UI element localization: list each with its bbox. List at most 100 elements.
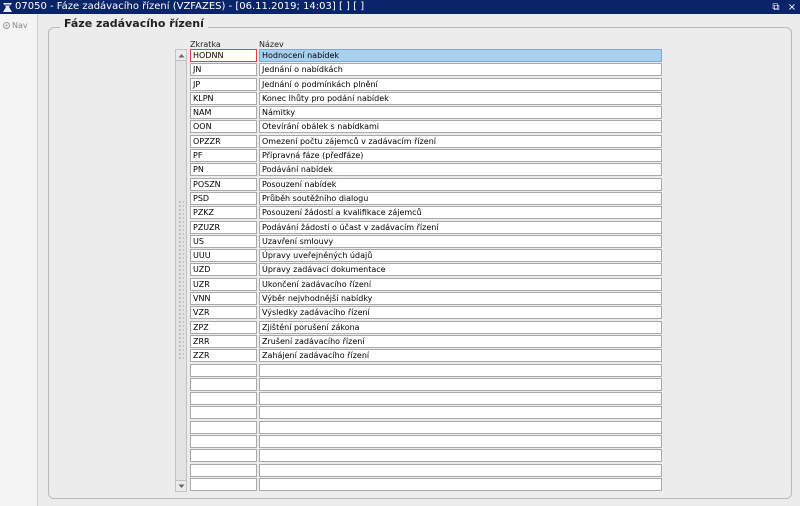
- code-cell[interactable]: JP: [190, 77, 257, 91]
- code-cell[interactable]: UUU: [190, 249, 257, 263]
- table-row[interactable]: [190, 449, 662, 463]
- vertical-scrollbar[interactable]: [175, 49, 187, 492]
- code-cell[interactable]: ZRR: [190, 334, 257, 348]
- table-row[interactable]: [190, 392, 662, 406]
- code-cell[interactable]: [190, 449, 257, 463]
- table-row[interactable]: UZD Úpravy zadávací dokumentace: [190, 263, 662, 277]
- table-row[interactable]: [190, 435, 662, 449]
- table-row[interactable]: [190, 463, 662, 478]
- table-row[interactable]: JP Jednání o podmínkách plnění: [190, 77, 662, 92]
- name-cell[interactable]: Zjištění porušení zákona: [259, 320, 662, 334]
- code-cell[interactable]: POSZN: [190, 177, 257, 191]
- table-row[interactable]: KLPN Konec lhůty pro podání nabídek: [190, 91, 662, 106]
- close-icon[interactable]: ×: [787, 1, 797, 13]
- table-row[interactable]: [190, 477, 662, 492]
- name-cell[interactable]: Výběr nejvhodnější nabídky: [259, 292, 662, 306]
- table-row[interactable]: VNN Výběr nejvhodnější nabídky: [190, 292, 662, 306]
- table-row[interactable]: HODNN Hodnocení nabídek: [190, 49, 662, 63]
- code-cell[interactable]: KLPN: [190, 91, 257, 105]
- name-cell[interactable]: Námitky: [259, 106, 662, 120]
- table-row[interactable]: POSZN Posouzení nabídek: [190, 177, 662, 192]
- column-header-name[interactable]: Název: [259, 40, 284, 49]
- code-cell[interactable]: [190, 420, 257, 434]
- table-row[interactable]: ZRR Zrušení zadávacího řízení: [190, 334, 662, 349]
- column-header-code[interactable]: Zkratka: [190, 40, 221, 49]
- scroll-down-button[interactable]: [176, 480, 186, 491]
- name-cell[interactable]: Úpravy zadávací dokumentace: [259, 263, 662, 277]
- name-cell[interactable]: Průběh soutěžního dialogu: [259, 191, 662, 205]
- name-cell[interactable]: Uzavření smlouvy: [259, 234, 662, 248]
- table-row[interactable]: UUU Úpravy uveřejněných údajů: [190, 249, 662, 263]
- code-cell[interactable]: VZR: [190, 306, 257, 320]
- code-cell[interactable]: ZZR: [190, 349, 257, 363]
- table-row[interactable]: UZR Ukončení zadávacího řízení: [190, 277, 662, 292]
- code-cell[interactable]: [190, 406, 257, 420]
- name-cell[interactable]: Posouzení nabídek: [259, 177, 662, 191]
- code-cell[interactable]: PZUZR: [190, 220, 257, 234]
- name-cell[interactable]: [259, 449, 662, 463]
- code-cell[interactable]: [190, 477, 257, 491]
- name-cell[interactable]: Omezení počtu zájemců v zadávacím řízení: [259, 134, 662, 148]
- table-row[interactable]: PZUZR Podávání žádostí o účast v zadávací…: [190, 220, 662, 235]
- table-row[interactable]: ZZR Zahájení zadávacího řízení: [190, 349, 662, 363]
- code-cell[interactable]: [190, 363, 257, 377]
- table-row[interactable]: [190, 377, 662, 392]
- table-row[interactable]: OON Otevírání obálek s nabídkami: [190, 120, 662, 134]
- code-cell[interactable]: [190, 377, 257, 391]
- table-row[interactable]: OPZZR Omezení počtu zájemců v zadávacím ř…: [190, 134, 662, 149]
- restore-icon[interactable]: ⧉: [771, 1, 781, 13]
- table-row[interactable]: US Uzavření smlouvy: [190, 234, 662, 249]
- nav-button[interactable]: Nav: [3, 21, 28, 30]
- name-cell[interactable]: Zrušení zadávacího řízení: [259, 334, 662, 348]
- table-row[interactable]: PF Přípravná fáze (předfáze): [190, 149, 662, 163]
- code-cell[interactable]: PZKZ: [190, 206, 257, 220]
- code-cell[interactable]: OON: [190, 120, 257, 134]
- table-row[interactable]: ZPZ Zjištění porušení zákona: [190, 320, 662, 335]
- name-cell[interactable]: Podávání nabídek: [259, 163, 662, 177]
- scroll-up-button[interactable]: [176, 50, 186, 61]
- code-cell[interactable]: HODNN: [190, 49, 257, 62]
- name-cell[interactable]: Jednání o podmínkách plnění: [259, 77, 662, 91]
- table-row[interactable]: NAM Námitky: [190, 106, 662, 120]
- table-row[interactable]: PN Podávání nabídek: [190, 163, 662, 177]
- name-cell[interactable]: Ukončení zadávacího řízení: [259, 277, 662, 291]
- code-cell[interactable]: JN: [190, 63, 257, 77]
- code-cell[interactable]: ZPZ: [190, 320, 257, 334]
- table-row[interactable]: VZR Výsledky zadávacího řízení: [190, 306, 662, 320]
- name-cell[interactable]: [259, 477, 662, 491]
- name-cell[interactable]: Úpravy uveřejněných údajů: [259, 249, 662, 263]
- name-cell[interactable]: [259, 420, 662, 434]
- name-cell[interactable]: Konec lhůty pro podání nabídek: [259, 91, 662, 105]
- code-cell[interactable]: [190, 392, 257, 406]
- name-cell[interactable]: Podávání žádostí o účast v zadávacím říz…: [259, 220, 662, 234]
- code-cell[interactable]: VNN: [190, 292, 257, 306]
- code-cell[interactable]: PN: [190, 163, 257, 177]
- code-cell[interactable]: PF: [190, 149, 257, 163]
- code-cell[interactable]: UZD: [190, 263, 257, 277]
- name-cell[interactable]: Posouzení žádostí a kvalifikace zájemců: [259, 206, 662, 220]
- code-cell[interactable]: US: [190, 234, 257, 248]
- name-cell[interactable]: [259, 363, 662, 377]
- scroll-track[interactable]: [178, 200, 184, 360]
- code-cell[interactable]: [190, 463, 257, 477]
- table-row[interactable]: [190, 406, 662, 420]
- table-row[interactable]: PSD Průběh soutěžního dialogu: [190, 191, 662, 206]
- name-cell[interactable]: Otevírání obálek s nabídkami: [259, 120, 662, 134]
- name-cell[interactable]: Zahájení zadávacího řízení: [259, 349, 662, 363]
- table-row[interactable]: [190, 420, 662, 435]
- table-row[interactable]: JN Jednání o nabídkách: [190, 63, 662, 77]
- name-cell[interactable]: [259, 406, 662, 420]
- code-cell[interactable]: UZR: [190, 277, 257, 291]
- table-row[interactable]: [190, 363, 662, 378]
- name-cell[interactable]: Jednání o nabídkách: [259, 63, 662, 77]
- code-cell[interactable]: PSD: [190, 191, 257, 205]
- code-cell[interactable]: NAM: [190, 106, 257, 120]
- name-cell[interactable]: [259, 463, 662, 477]
- name-cell[interactable]: Přípravná fáze (předfáze): [259, 149, 662, 163]
- name-cell[interactable]: [259, 377, 662, 391]
- name-cell[interactable]: [259, 435, 662, 449]
- code-cell[interactable]: [190, 435, 257, 449]
- name-cell[interactable]: [259, 392, 662, 406]
- name-cell[interactable]: Hodnocení nabídek: [259, 49, 662, 62]
- name-cell[interactable]: Výsledky zadávacího řízení: [259, 306, 662, 320]
